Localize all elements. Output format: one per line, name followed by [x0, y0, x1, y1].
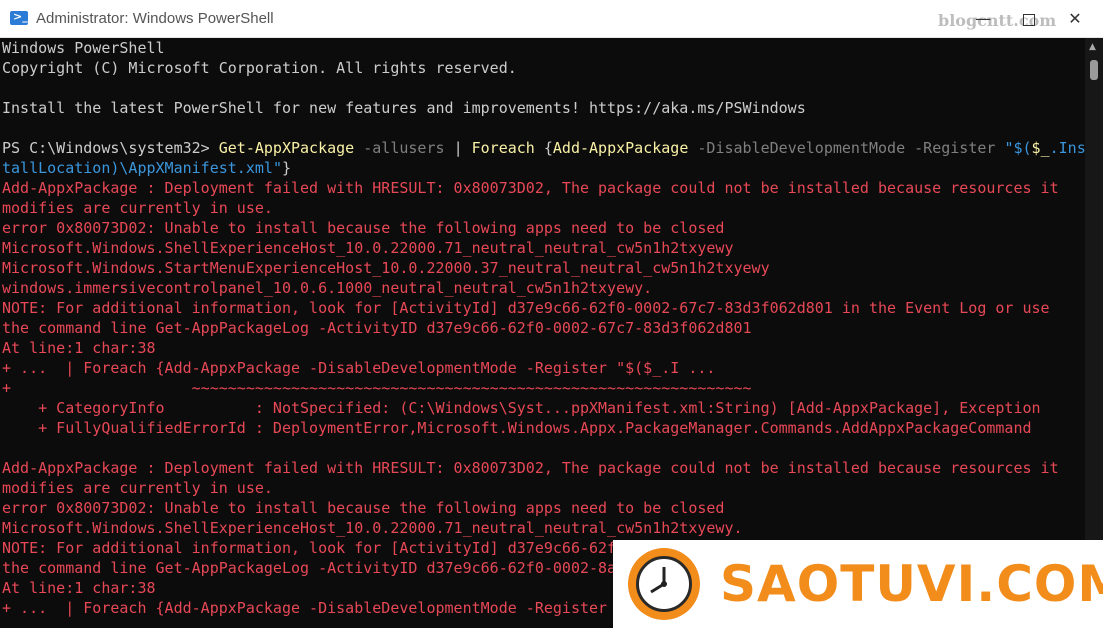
cmdlet-add: Add-AppxPackage	[552, 139, 689, 157]
string-wrap: tallLocation)	[2, 159, 120, 177]
error-line: error 0x80073D02: Unable to install beca…	[2, 219, 725, 237]
powershell-icon: >_	[10, 10, 28, 25]
minimize-button[interactable]: —	[960, 0, 1006, 38]
error-line: the command line Get-AppPackageLog -Acti…	[2, 559, 617, 577]
param-allusers: -allusers	[354, 139, 454, 157]
open-brace: {	[543, 139, 553, 157]
error-line: NOTE: For additional information, look f…	[2, 539, 617, 557]
error-line: Add-AppxPackage : Deployment failed with…	[2, 179, 1059, 197]
string-part: .Ins	[1049, 139, 1085, 157]
error-line: the command line Get-AppPackageLog -Acti…	[2, 319, 752, 337]
error-line: Microsoft.Windows.ShellExperienceHost_10…	[2, 239, 734, 257]
string-start: "$(	[1004, 139, 1032, 157]
install-hint: Install the latest PowerShell for new fe…	[2, 99, 806, 117]
error-line: At line:1 char:38	[2, 579, 156, 597]
error-line: error 0x80073D02: Unable to install beca…	[2, 499, 725, 517]
error-line: + ... | Foreach {Add-AppxPackage -Disabl…	[2, 359, 716, 377]
logo-text: SAOTUVI.COM	[720, 555, 1103, 613]
window-title: Administrator: Windows PowerShell	[36, 10, 274, 27]
site-logo: SAOTUVI.COM	[613, 540, 1103, 628]
scroll-up-arrow-icon[interactable]: ▲	[1089, 42, 1096, 52]
error-line: NOTE: For additional information, look f…	[2, 299, 1050, 317]
close-brace: }	[281, 159, 291, 177]
cmdlet-get: Get-AppXPackage	[218, 139, 355, 157]
error-line: At line:1 char:38	[2, 339, 156, 357]
error-line: + ~~~~~~~~~~~~~~~~~~~~~~~~~~~~~~~~~~~~~~…	[2, 379, 752, 397]
maximize-icon	[1023, 13, 1035, 26]
clock-hands-icon	[650, 567, 667, 594]
error-line: + FullyQualifiedErrorId : DeploymentErro…	[2, 419, 1032, 437]
param-register: -DisableDevelopmentMode -Register	[688, 139, 1005, 157]
string-end: "	[272, 159, 282, 177]
error-line: + CategoryInfo : NotSpecified: (C:\Windo…	[2, 399, 1041, 417]
banner-title: Windows PowerShell	[2, 39, 165, 57]
command-line-wrap: tallLocation)\AppXManifest.xml"}	[2, 158, 291, 178]
manifest-path: \AppXManifest.xml	[119, 159, 273, 177]
variable: $_	[1031, 139, 1050, 157]
clock-face	[636, 556, 692, 612]
title-bar: >_ Administrator: Windows PowerShell blo…	[0, 0, 1103, 38]
error-line: + ... | Foreach {Add-AppxPackage -Disabl…	[2, 599, 608, 617]
error-line: Add-AppxPackage : Deployment failed with…	[2, 459, 1059, 477]
error-line: Microsoft.Windows.StartMenuExperienceHos…	[2, 259, 770, 277]
error-line: modifies are currently in use.	[2, 479, 273, 497]
scroll-thumb[interactable]	[1090, 60, 1098, 80]
command-line: PS C:\Windows\system32> Get-AppXPackage …	[2, 138, 1085, 158]
error-line: windows.immersivecontrolpanel_10.0.6.100…	[2, 279, 653, 297]
clock-icon	[628, 548, 700, 620]
error-line: Microsoft.Windows.ShellExperienceHost_10…	[2, 519, 743, 537]
maximize-button[interactable]	[1006, 0, 1052, 38]
close-button[interactable]: ✕	[1052, 0, 1098, 38]
error-line: modifies are currently in use.	[2, 199, 273, 217]
keyword-foreach: Foreach	[471, 139, 544, 157]
pipe: |	[453, 139, 472, 157]
banner-copyright: Copyright (C) Microsoft Corporation. All…	[2, 59, 517, 77]
prompt: PS C:\Windows\system32>	[2, 139, 219, 157]
